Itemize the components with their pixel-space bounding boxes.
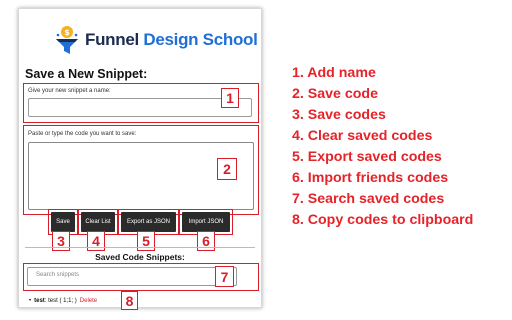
name-field-label: Give your new snippet a name: bbox=[28, 88, 111, 94]
callout-7: 7 bbox=[215, 266, 234, 287]
export-json-button[interactable]: Export as JSON bbox=[121, 212, 176, 232]
search-snippets-input[interactable]: Search snippets bbox=[27, 267, 237, 286]
snippet-list-item[interactable]: • test: test ( 1;1; ) Delete bbox=[29, 298, 97, 304]
callout-2: 2 bbox=[217, 158, 237, 180]
callout-1: 1 bbox=[221, 88, 239, 108]
saved-snippets-heading: Saved Code Snippets: bbox=[95, 252, 185, 262]
brand-logo: $ Funnel Design School bbox=[53, 23, 258, 57]
feature-item-clear-codes: 4. Clear saved codes bbox=[292, 128, 433, 144]
list-bullet: • bbox=[29, 298, 32, 304]
delete-snippet-link[interactable]: Delete bbox=[80, 298, 97, 304]
funnel-dollar-icon: $ bbox=[53, 25, 81, 55]
brand-name: Funnel Design School bbox=[85, 30, 258, 50]
code-field-label: Paste or type the code you want to save: bbox=[28, 131, 137, 137]
clear-list-button[interactable]: Clear List bbox=[81, 212, 115, 232]
feature-item-save-code: 2. Save code bbox=[292, 86, 378, 102]
brand-name-part2: Design School bbox=[143, 30, 258, 49]
import-json-button[interactable]: Import JSON bbox=[182, 212, 230, 232]
callout-3: 3 bbox=[52, 231, 70, 251]
snippet-name-input[interactable] bbox=[28, 98, 252, 117]
callout-5: 5 bbox=[137, 231, 155, 251]
callout-6: 6 bbox=[197, 231, 215, 251]
feature-item-save-codes: 3. Save codes bbox=[292, 107, 386, 123]
brand-name-part1: Funnel bbox=[85, 30, 139, 49]
callout-8: 8 bbox=[121, 291, 138, 310]
snippet-code: : test ( 1;1; ) bbox=[44, 298, 77, 304]
search-placeholder: Search snippets bbox=[36, 272, 80, 278]
feature-list: 1. Add name 2. Save code 3. Save codes 4… bbox=[292, 63, 508, 231]
svg-text:$: $ bbox=[64, 28, 70, 37]
extension-popup: $ Funnel Design School Save a New Snippe… bbox=[18, 8, 262, 310]
feature-item-export-codes: 5. Export saved codes bbox=[292, 149, 442, 165]
snippet-name: test bbox=[34, 298, 45, 304]
save-button[interactable]: Save bbox=[51, 212, 75, 232]
feature-item-copy-codes: 8. Copy codes to clipboard bbox=[292, 212, 474, 228]
screenshot: $ Funnel Design School Save a New Snippe… bbox=[0, 0, 512, 320]
form-heading: Save a New Snippet: bbox=[25, 67, 148, 81]
section-divider bbox=[25, 247, 255, 248]
feature-item-add-name: 1. Add name bbox=[292, 65, 376, 81]
callout-4: 4 bbox=[87, 231, 105, 251]
feature-item-search-codes: 7. Search saved codes bbox=[292, 191, 445, 207]
feature-item-import-codes: 6. Import friends codes bbox=[292, 170, 449, 186]
